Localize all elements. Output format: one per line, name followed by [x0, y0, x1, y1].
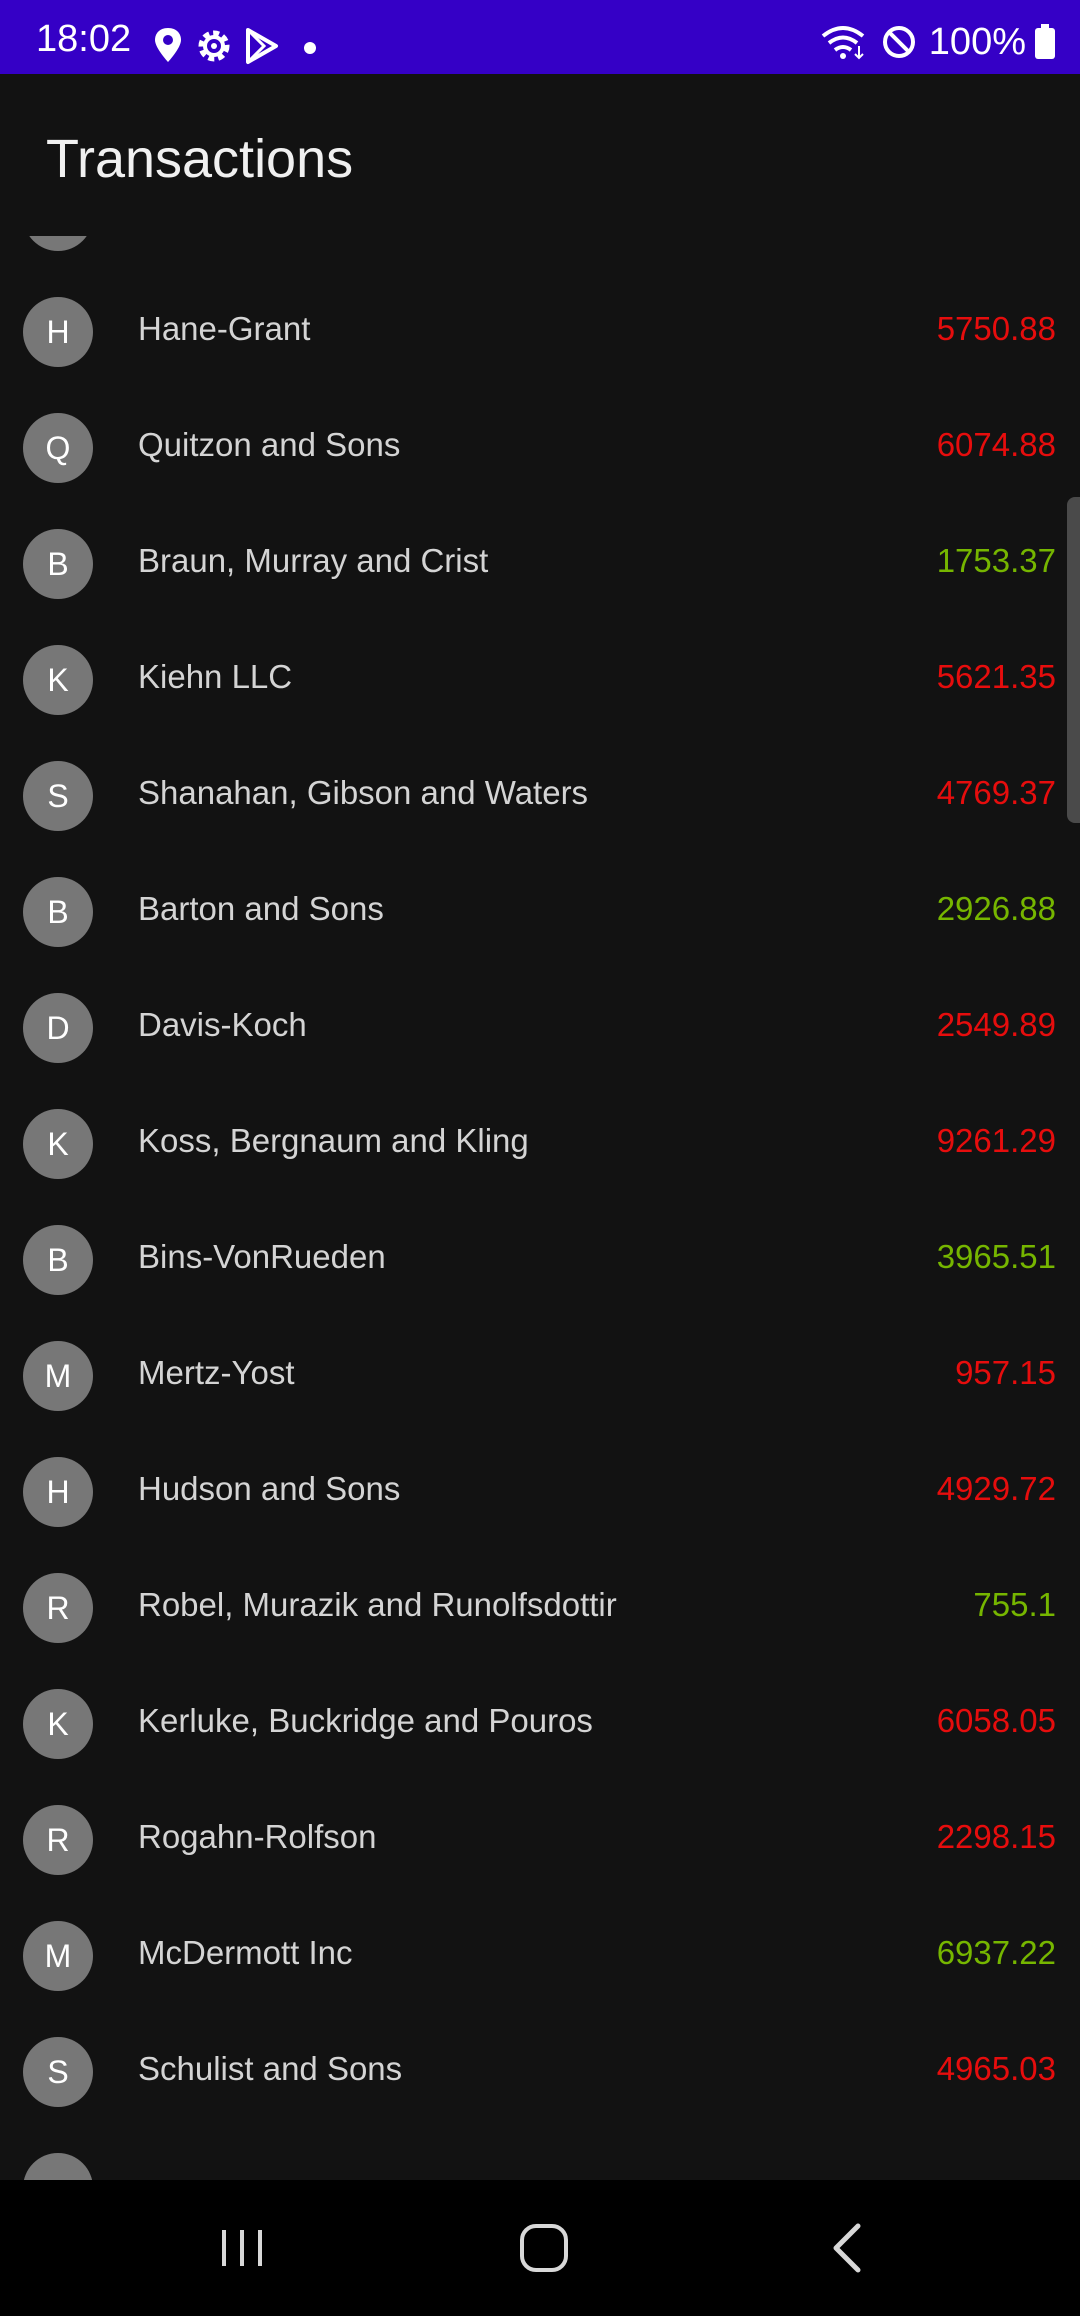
avatar: S [23, 761, 93, 831]
scrollbar-thumb[interactable] [1067, 497, 1080, 823]
avatar: K [23, 1109, 93, 1179]
transaction-name: Robel, Murazik and Runolfsdottir [138, 1586, 617, 1623]
transaction-row[interactable]: S Shanahan, Gibson and Waters 4769.37 [0, 738, 1080, 854]
status-icons-right: 100% [819, 20, 1056, 63]
transaction-name: Koss, Bergnaum and Kling [138, 1122, 529, 1159]
transaction-amount: 6058.05 [936, 1702, 1056, 1739]
avatar: R [23, 1573, 93, 1643]
transaction-amount: 9261.29 [936, 1122, 1056, 1159]
transaction-row[interactable]: Q Quitzon and Sons 6074.88 [0, 390, 1080, 506]
transaction-row[interactable]: K Kerluke, Buckridge and Pouros 6058.05 [0, 1666, 1080, 1782]
avatar: H [23, 297, 93, 367]
do-not-disturb-icon [882, 26, 915, 58]
transaction-name: McDermott Inc [138, 1934, 353, 1971]
page-title: Transactions [46, 129, 354, 189]
transaction-row[interactable]: K Koss, Bergnaum and Kling 9261.29 [0, 1086, 1080, 1202]
transaction-row[interactable]: H Hane-Grant 5750.88 [0, 274, 1080, 390]
transaction-amount: 4929.72 [936, 1470, 1056, 1507]
avatar: D [23, 993, 93, 1063]
status-icons-left [155, 28, 316, 64]
transaction-name: Mertz-Yost [138, 1354, 295, 1391]
transaction-name: Kerluke, Buckridge and Pouros [138, 1702, 593, 1739]
transaction-list[interactable]: FFahey Group4144.15 H Hane-Grant 5750.88 Q Qu… [0, 236, 1080, 2180]
avatar: F [23, 236, 93, 251]
avatar: H [23, 1457, 93, 1527]
gear-icon [198, 30, 230, 62]
transaction-row[interactable]: B Barton and Sons 2926.88 [0, 854, 1080, 970]
transaction-row[interactable] [0, 2130, 1080, 2180]
transaction-row[interactable]: K Kiehn LLC 5621.35 [0, 622, 1080, 738]
dot-icon [304, 42, 316, 54]
transaction-name: Kiehn LLC [138, 658, 293, 695]
avatar: Q [23, 413, 93, 483]
avatar: B [23, 529, 93, 599]
transaction-row[interactable]: M McDermott Inc 6937.22 [0, 1898, 1080, 2014]
transaction-amount: 1753.37 [936, 542, 1056, 579]
avatar: K [23, 645, 93, 715]
app-bar: Transactions [0, 74, 1080, 236]
transaction-name: Quitzon and Sons [138, 426, 401, 463]
location-pin-icon [155, 28, 181, 62]
transaction-amount: 6937.22 [936, 1934, 1056, 1971]
transaction-row[interactable]: S Schulist and Sons 4965.03 [0, 2014, 1080, 2130]
status-time: 18:02 [36, 18, 132, 60]
transaction-amount: 957.15 [955, 1354, 1056, 1391]
transaction-row[interactable]: B Braun, Murray and Crist 1753.37 [0, 506, 1080, 622]
navigation-bar [0, 2180, 1080, 2316]
avatar: R [23, 1805, 93, 1875]
transaction-name: Hane-Grant [138, 310, 311, 347]
transaction-amount: 5621.35 [936, 658, 1056, 695]
transaction-amount: 2926.88 [936, 890, 1056, 927]
avatar: S [23, 2037, 93, 2107]
avatar: B [23, 877, 93, 947]
transaction-name: Shanahan, Gibson and Waters [138, 774, 589, 811]
wifi-icon [821, 26, 865, 60]
transaction-name: Braun, Murray and Crist [138, 542, 489, 579]
transaction-name: Hudson and Sons [138, 1470, 401, 1507]
avatar: K [23, 1689, 93, 1759]
transaction-name: Davis-Koch [138, 1006, 307, 1043]
transaction-row[interactable]: D Davis-Koch 2549.89 [0, 970, 1080, 1086]
avatar: M [23, 1341, 93, 1411]
battery-icon [1035, 24, 1055, 59]
transaction-amount: 4965.03 [936, 2050, 1056, 2087]
back-icon[interactable] [818, 2218, 878, 2278]
transaction-amount: 3965.51 [936, 1238, 1056, 1275]
transaction-amount: 2549.89 [936, 1006, 1056, 1043]
transaction-row[interactable]: M Mertz-Yost 957.15 [0, 1318, 1080, 1434]
transaction-amount: 6074.88 [936, 426, 1056, 463]
transaction-name: Rogahn-Rolfson [138, 1818, 377, 1855]
transaction-amount: 755.1 [973, 1586, 1056, 1623]
transaction-name: Schulist and Sons [138, 2050, 403, 2087]
transaction-row[interactable]: R Robel, Murazik and Runolfsdottir 755.1 [0, 1550, 1080, 1666]
home-icon[interactable] [514, 2218, 574, 2278]
transaction-amount: 5750.88 [936, 310, 1056, 347]
avatar: B [23, 1225, 93, 1295]
transaction-name: Barton and Sons [138, 890, 384, 927]
transaction-row[interactable]: FFahey Group4144.15 [0, 236, 1080, 274]
status-bar: 18:02 100% [0, 0, 1080, 74]
avatar: M [23, 1921, 93, 1991]
transaction-name: Bins-VonRueden [138, 1238, 386, 1275]
transaction-amount: 4769.37 [936, 774, 1056, 811]
transaction-row[interactable]: H Hudson and Sons 4929.72 [0, 1434, 1080, 1550]
play-store-icon [246, 28, 278, 64]
avatar [23, 2153, 93, 2180]
transaction-row[interactable]: R Rogahn-Rolfson 2298.15 [0, 1782, 1080, 1898]
recent-apps-icon[interactable] [212, 2218, 272, 2278]
transaction-row[interactable]: B Bins-VonRueden 3965.51 [0, 1202, 1080, 1318]
transaction-amount: 2298.15 [936, 1818, 1056, 1855]
battery-percentage: 100% [928, 20, 1026, 63]
